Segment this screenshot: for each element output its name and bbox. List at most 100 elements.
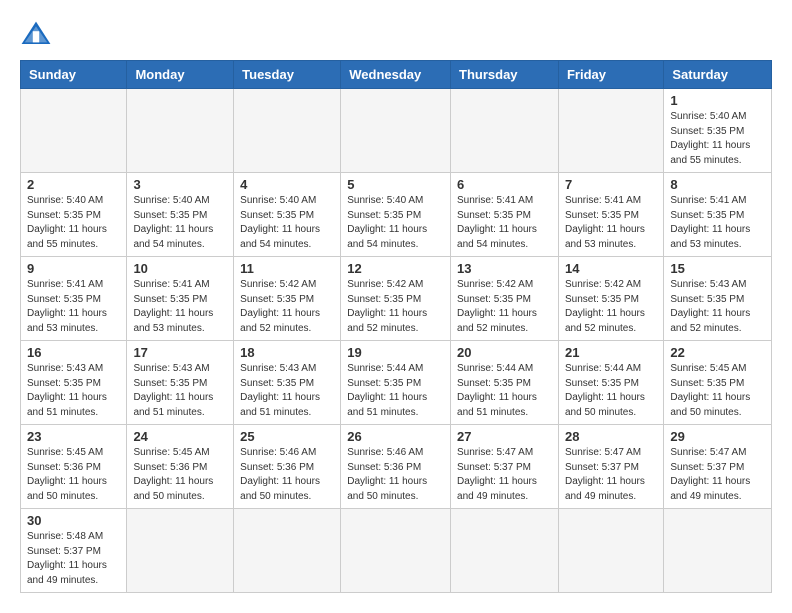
day-number: 1 bbox=[670, 93, 765, 108]
calendar-cell bbox=[664, 509, 772, 593]
calendar-cell: 13Sunrise: 5:42 AM Sunset: 5:35 PM Dayli… bbox=[451, 257, 559, 341]
calendar-cell: 5 Sunrise: 5:40 AM Sunset: 5:35 PM Daylig… bbox=[341, 173, 451, 257]
day-info: Sunrise: 5:47 AM Sunset: 5:37 PM Dayligh… bbox=[670, 446, 765, 504]
day-number: 11 bbox=[240, 261, 334, 276]
day-number: 28 bbox=[565, 429, 657, 444]
calendar-cell bbox=[127, 509, 234, 593]
calendar-cell bbox=[341, 509, 451, 593]
calendar-cell bbox=[127, 89, 234, 173]
calendar-cell: 27 Sunrise: 5:47 AM Sunset: 5:37 PM Dayli… bbox=[451, 425, 559, 509]
day-info: Sunrise: 5:48 AM Sunset: 5:37 PM Dayligh… bbox=[27, 530, 120, 588]
day-number: 23 bbox=[27, 429, 120, 444]
calendar-cell: 11 Sunrise: 5:42 AM Sunset: 5:35 PM Dayli… bbox=[234, 257, 341, 341]
day-number: 9 bbox=[27, 261, 120, 276]
day-info: Sunrise: 5:40 AM Sunset: 5:35 PM Dayligh… bbox=[240, 194, 334, 252]
calendar-cell: 7Sunrise: 5:41 AM Sunset: 5:35 PM Daylig… bbox=[558, 173, 663, 257]
day-number: 26 bbox=[347, 429, 444, 444]
day-info: Sunrise: 5:42 AM Sunset: 5:35 PM Dayligh… bbox=[457, 278, 552, 336]
day-number: 22 bbox=[670, 345, 765, 360]
day-info: Sunrise: 5:47 AM Sunset: 5:37 PM Dayligh… bbox=[565, 446, 657, 504]
day-info: Sunrise: 5:41 AM Sunset: 5:35 PM Dayligh… bbox=[457, 194, 552, 252]
day-info: Sunrise: 5:43 AM Sunset: 5:35 PM Dayligh… bbox=[133, 362, 227, 420]
day-info: Sunrise: 5:46 AM Sunset: 5:36 PM Dayligh… bbox=[240, 446, 334, 504]
day-info: Sunrise: 5:43 AM Sunset: 5:35 PM Dayligh… bbox=[670, 278, 765, 336]
day-number: 20 bbox=[457, 345, 552, 360]
weekday-header-wednesday: Wednesday bbox=[341, 61, 451, 89]
calendar-cell bbox=[21, 89, 127, 173]
day-number: 4 bbox=[240, 177, 334, 192]
day-info: Sunrise: 5:40 AM Sunset: 5:35 PM Dayligh… bbox=[347, 194, 444, 252]
day-number: 7 bbox=[565, 177, 657, 192]
day-number: 5 bbox=[347, 177, 444, 192]
calendar-cell: 23 Sunrise: 5:45 AM Sunset: 5:36 PM Dayli… bbox=[21, 425, 127, 509]
calendar-cell bbox=[451, 509, 559, 593]
calendar-table: SundayMondayTuesdayWednesdayThursdayFrid… bbox=[20, 60, 772, 593]
calendar-cell: 22 Sunrise: 5:45 AM Sunset: 5:35 PM Dayli… bbox=[664, 341, 772, 425]
day-info: Sunrise: 5:47 AM Sunset: 5:37 PM Dayligh… bbox=[457, 446, 552, 504]
week-row-5: 23 Sunrise: 5:45 AM Sunset: 5:36 PM Dayli… bbox=[21, 425, 772, 509]
calendar-cell bbox=[341, 89, 451, 173]
calendar-cell: 20 Sunrise: 5:44 AM Sunset: 5:35 PM Dayli… bbox=[451, 341, 559, 425]
logo bbox=[20, 20, 56, 48]
weekday-header-row: SundayMondayTuesdayWednesdayThursdayFrid… bbox=[21, 61, 772, 89]
calendar-cell: 9Sunrise: 5:41 AM Sunset: 5:35 PM Daylig… bbox=[21, 257, 127, 341]
calendar-cell: 4 Sunrise: 5:40 AM Sunset: 5:35 PM Daylig… bbox=[234, 173, 341, 257]
weekday-header-sunday: Sunday bbox=[21, 61, 127, 89]
day-number: 17 bbox=[133, 345, 227, 360]
day-number: 25 bbox=[240, 429, 334, 444]
calendar-cell: 29 Sunrise: 5:47 AM Sunset: 5:37 PM Dayli… bbox=[664, 425, 772, 509]
day-info: Sunrise: 5:44 AM Sunset: 5:35 PM Dayligh… bbox=[347, 362, 444, 420]
day-number: 14 bbox=[565, 261, 657, 276]
day-info: Sunrise: 5:40 AM Sunset: 5:35 PM Dayligh… bbox=[670, 110, 765, 168]
day-number: 2 bbox=[27, 177, 120, 192]
week-row-6: 30 Sunrise: 5:48 AM Sunset: 5:37 PM Dayli… bbox=[21, 509, 772, 593]
calendar-cell: 1 Sunrise: 5:40 AM Sunset: 5:35 PM Daylig… bbox=[664, 89, 772, 173]
calendar-cell: 17 Sunrise: 5:43 AM Sunset: 5:35 PM Dayli… bbox=[127, 341, 234, 425]
day-info: Sunrise: 5:42 AM Sunset: 5:35 PM Dayligh… bbox=[565, 278, 657, 336]
day-number: 15 bbox=[670, 261, 765, 276]
weekday-header-monday: Monday bbox=[127, 61, 234, 89]
week-row-3: 9Sunrise: 5:41 AM Sunset: 5:35 PM Daylig… bbox=[21, 257, 772, 341]
calendar-cell bbox=[558, 89, 663, 173]
day-number: 30 bbox=[27, 513, 120, 528]
calendar-cell: 12 Sunrise: 5:42 AM Sunset: 5:35 PM Dayli… bbox=[341, 257, 451, 341]
header bbox=[20, 20, 772, 48]
calendar-cell bbox=[234, 509, 341, 593]
day-number: 21 bbox=[565, 345, 657, 360]
weekday-header-tuesday: Tuesday bbox=[234, 61, 341, 89]
calendar-cell: 16Sunrise: 5:43 AM Sunset: 5:35 PM Dayli… bbox=[21, 341, 127, 425]
day-number: 8 bbox=[670, 177, 765, 192]
day-number: 19 bbox=[347, 345, 444, 360]
calendar-cell: 14 Sunrise: 5:42 AM Sunset: 5:35 PM Dayli… bbox=[558, 257, 663, 341]
day-info: Sunrise: 5:43 AM Sunset: 5:35 PM Dayligh… bbox=[240, 362, 334, 420]
calendar-cell: 15 Sunrise: 5:43 AM Sunset: 5:35 PM Dayli… bbox=[664, 257, 772, 341]
day-number: 27 bbox=[457, 429, 552, 444]
day-info: Sunrise: 5:40 AM Sunset: 5:35 PM Dayligh… bbox=[133, 194, 227, 252]
calendar-cell: 21 Sunrise: 5:44 AM Sunset: 5:35 PM Dayli… bbox=[558, 341, 663, 425]
calendar-cell: 3 Sunrise: 5:40 AM Sunset: 5:35 PM Daylig… bbox=[127, 173, 234, 257]
week-row-1: 1 Sunrise: 5:40 AM Sunset: 5:35 PM Daylig… bbox=[21, 89, 772, 173]
day-number: 3 bbox=[133, 177, 227, 192]
day-info: Sunrise: 5:45 AM Sunset: 5:36 PM Dayligh… bbox=[27, 446, 120, 504]
calendar-cell: 25 Sunrise: 5:46 AM Sunset: 5:36 PM Dayli… bbox=[234, 425, 341, 509]
calendar-cell: 8Sunrise: 5:41 AM Sunset: 5:35 PM Daylig… bbox=[664, 173, 772, 257]
calendar-cell bbox=[451, 89, 559, 173]
calendar-cell: 10Sunrise: 5:41 AM Sunset: 5:35 PM Dayli… bbox=[127, 257, 234, 341]
day-info: Sunrise: 5:42 AM Sunset: 5:35 PM Dayligh… bbox=[240, 278, 334, 336]
day-info: Sunrise: 5:44 AM Sunset: 5:35 PM Dayligh… bbox=[457, 362, 552, 420]
weekday-header-friday: Friday bbox=[558, 61, 663, 89]
day-info: Sunrise: 5:42 AM Sunset: 5:35 PM Dayligh… bbox=[347, 278, 444, 336]
calendar-cell: 28 Sunrise: 5:47 AM Sunset: 5:37 PM Dayli… bbox=[558, 425, 663, 509]
day-info: Sunrise: 5:45 AM Sunset: 5:36 PM Dayligh… bbox=[133, 446, 227, 504]
day-number: 29 bbox=[670, 429, 765, 444]
calendar-cell: 26 Sunrise: 5:46 AM Sunset: 5:36 PM Dayli… bbox=[341, 425, 451, 509]
week-row-4: 16 Sunrise: 5:43 AM Sunset: 5:35 PM Dayli… bbox=[21, 341, 772, 425]
day-number: 18 bbox=[240, 345, 334, 360]
day-info: Sunrise: 5:44 AM Sunset: 5:35 PM Dayligh… bbox=[565, 362, 657, 420]
day-info: Sunrise: 5:45 AM Sunset: 5:35 PM Dayligh… bbox=[670, 362, 765, 420]
calendar-cell: 19 Sunrise: 5:44 AM Sunset: 5:35 PM Dayli… bbox=[341, 341, 451, 425]
day-info: Sunrise: 5:46 AM Sunset: 5:36 PM Dayligh… bbox=[347, 446, 444, 504]
day-number: 16 bbox=[27, 345, 120, 360]
day-number: 12 bbox=[347, 261, 444, 276]
day-info: Sunrise: 5:40 AM Sunset: 5:35 PM Dayligh… bbox=[27, 194, 120, 252]
